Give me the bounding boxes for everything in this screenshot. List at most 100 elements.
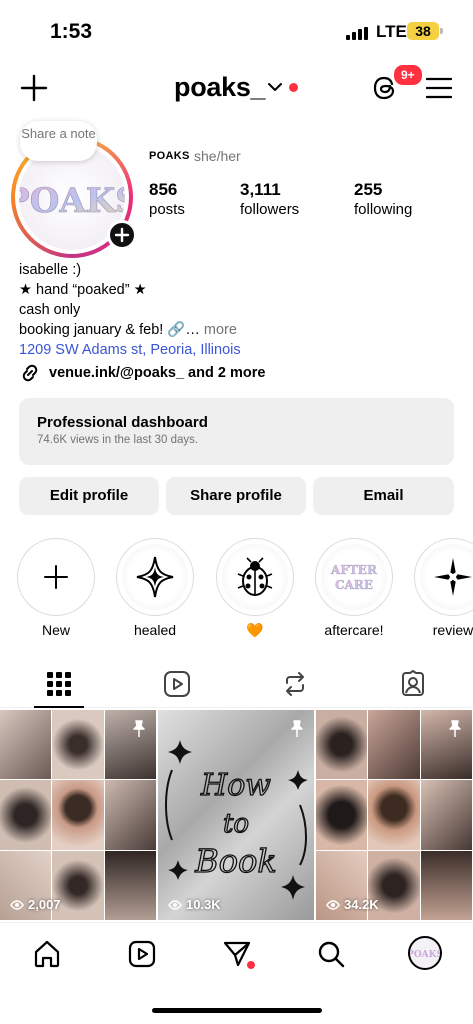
professional-dashboard[interactable]: Professional dashboard 74.6K views in th… [19,398,454,465]
stat-followers[interactable]: 3,111 followers [240,180,299,218]
network-label: LTE [376,22,407,41]
post-tile[interactable]: 2,007 [0,710,156,920]
bio: isabelle :) ★ hand “poaked” ★ cash only … [19,260,241,360]
bio-line: cash only [19,302,81,318]
bio-line: isabelle :) [19,262,82,278]
svg-text:to: to [223,809,249,839]
poaks-logo-small: POAKS [410,950,440,960]
svg-text:AFTER: AFTER [330,563,378,577]
how-to-book-graphic: How to Book [165,740,308,900]
views-count: 10.3K [186,897,221,912]
plus-icon [44,565,68,589]
highlight-label: 🧡 [246,622,264,638]
views-count: 2,007 [28,897,61,912]
svg-text:POAKS: POAKS [410,950,440,960]
dashboard-title: Professional dashboard [37,414,208,431]
post-views: 34.2K [326,897,379,912]
stat-posts[interactable]: 856 posts [149,180,185,218]
bio-line: booking january & feb! 🔗… more [19,320,241,340]
tab-tagged[interactable] [354,660,472,708]
highlight-heart[interactable]: 🧡 [215,538,295,639]
profile-tabs [0,660,473,708]
views-icon [168,899,182,910]
battery-icon: 38 [407,22,443,40]
highlight-label: New [41,622,70,638]
reels-icon [164,671,190,697]
post-tile[interactable]: 34.2K [316,710,472,920]
tagged-icon [402,670,424,696]
highlight-aftercare[interactable]: AFTER CARE aftercare! [314,538,394,638]
username-switcher[interactable]: poaks_ [174,72,266,103]
pin-icon [133,720,145,737]
highlight-circle [17,538,95,616]
aftercare-logo: AFTER CARE [328,551,380,603]
bio-line: ★ hand “poaked” ★ [19,282,147,298]
home-indicator [152,1008,322,1013]
post-grid: 2,007 How to Book 10.3K 34.2K [0,710,473,920]
post-views: 10.3K [168,897,221,912]
highlight-new[interactable]: New [16,538,96,638]
signal-icon [346,27,368,40]
views-count: 34.2K [344,897,379,912]
stat-label: following [354,201,413,218]
svg-text:CARE: CARE [335,578,373,592]
chevron-down-icon[interactable] [268,82,282,92]
profile-name: POAKS [149,150,190,162]
notification-dot [289,83,298,92]
search-icon[interactable] [316,939,346,969]
svg-text:How: How [200,768,271,803]
tab-reels[interactable] [118,660,236,708]
highlight-label: aftercare! [324,622,384,638]
top-nav: poaks_ 9+ [0,62,473,116]
dashboard-subtitle: 74.6K views in the last 30 days. [37,434,199,446]
share-note-bubble[interactable]: Share a note [20,121,97,161]
share-profile-button[interactable]: Share profile [166,477,306,515]
stat-label: posts [149,201,185,218]
add-story-button[interactable] [107,220,137,250]
pronouns: she/her [194,148,241,164]
highlight-circle [414,538,473,616]
star-icon [434,558,472,596]
edit-profile-button[interactable]: Edit profile [19,477,159,515]
highlight-healed[interactable]: healed [115,538,195,638]
status-bar: 1:53 LTE 38 [0,0,473,60]
highlight-circle [216,538,294,616]
stat-label: followers [240,201,300,218]
highlight-circle [116,538,194,616]
post-tile[interactable]: How to Book 10.3K [158,710,314,920]
highlight-review[interactable]: review [413,538,473,638]
highlight-label: healed [133,622,177,638]
pin-icon [291,720,303,737]
svg-text:Book: Book [194,842,276,880]
stat-value: 255 [354,180,383,199]
profile-avatar-nav[interactable]: POAKS [408,936,442,970]
repost-icon [286,672,304,696]
links-text: venue.ink/@poaks_ and 2 more [49,365,266,381]
post-views: 2,007 [10,897,61,912]
post-collage [0,710,156,920]
plus-icon[interactable] [20,74,48,102]
pin-icon [449,720,461,737]
home-icon[interactable] [32,939,62,969]
active-tab-indicator [34,706,84,708]
address-link[interactable]: 1209 SW Adams st, Peoria, Illinois [19,340,241,360]
menu-icon[interactable] [426,77,452,99]
sparkle-icon [136,556,174,598]
highlight-circle: AFTER CARE [315,538,393,616]
stat-value: 3,111 [240,180,281,199]
bio-more-link[interactable]: more [204,322,237,338]
reels-nav-icon[interactable] [127,939,157,969]
links-row[interactable]: venue.ink/@poaks_ and 2 more [19,362,265,384]
views-icon [10,899,24,910]
email-button[interactable]: Email [313,477,454,515]
highlight-label: review [432,622,473,638]
ladybug-icon [237,557,273,596]
bottom-nav: POAKS [0,922,473,984]
stat-value: 856 [149,180,178,199]
tab-grid[interactable] [0,660,118,708]
tab-reposts[interactable] [236,660,354,708]
status-time: 1:53 [50,20,93,43]
threads-badge: 9+ [392,63,424,87]
post-collage [316,710,472,920]
stat-following[interactable]: 255 following [354,180,412,218]
